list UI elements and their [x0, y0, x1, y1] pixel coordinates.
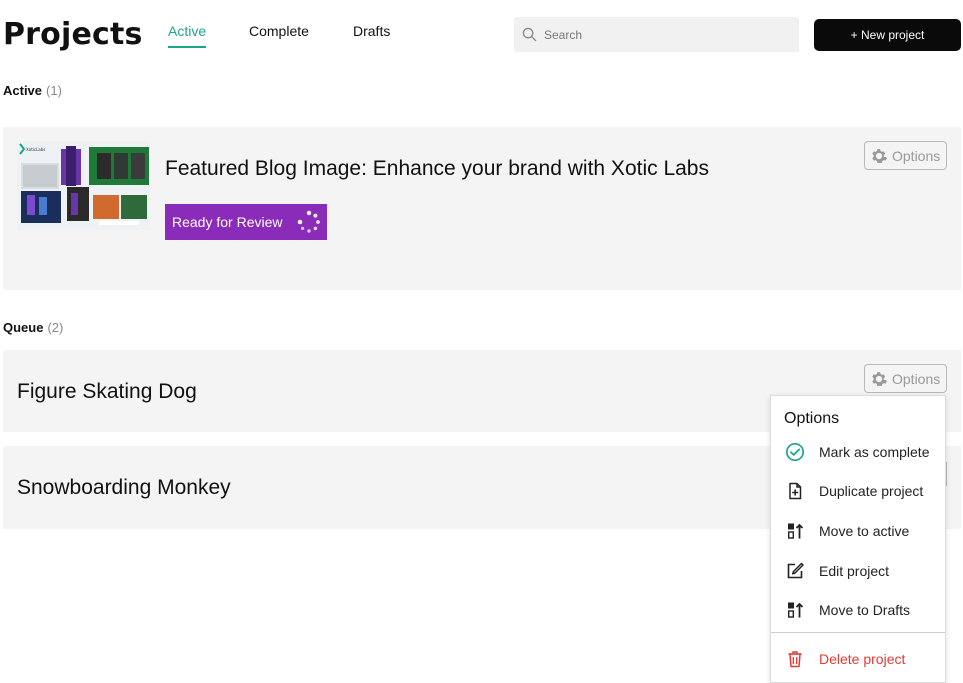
- project-thumbnail: XoticLabs: [17, 141, 150, 230]
- menu-item-label: Mark as complete: [819, 444, 930, 460]
- duplicate-icon: [784, 480, 806, 502]
- section-heading-active: Active (1): [3, 83, 62, 98]
- page-title: Projects: [3, 17, 143, 52]
- tab-complete[interactable]: Complete: [249, 23, 309, 39]
- project-title[interactable]: Figure Skating Dog: [17, 380, 197, 404]
- gear-icon: [872, 148, 888, 163]
- gear-icon: [872, 371, 888, 386]
- menu-item-label: Duplicate project: [819, 483, 924, 499]
- options-label: Options: [892, 370, 941, 387]
- tab-drafts[interactable]: Drafts: [353, 23, 390, 39]
- tab-active[interactable]: Active: [168, 23, 207, 48]
- section-count: (1): [46, 83, 62, 98]
- new-project-button[interactable]: + New project: [814, 19, 961, 51]
- search-icon: [522, 27, 537, 42]
- menu-item-label: Move to Drafts: [819, 602, 911, 618]
- menu-item-label: Edit project: [819, 563, 890, 579]
- menu-item-move-drafts[interactable]: Move to Drafts: [771, 594, 945, 626]
- move-up-icon: [784, 520, 806, 542]
- menu-item-duplicate[interactable]: Duplicate project: [771, 475, 945, 507]
- section-label: Queue: [3, 320, 44, 335]
- section-heading-queue: Queue (2): [3, 320, 63, 335]
- move-up-icon: [784, 599, 806, 621]
- section-count: (2): [47, 320, 64, 335]
- menu-item-label: Delete project: [819, 651, 906, 667]
- thumbnail-brand-text: XoticLabs: [26, 147, 45, 152]
- status-label: Ready for Review: [172, 214, 283, 230]
- menu-item-delete[interactable]: Delete project: [771, 643, 945, 675]
- loading-spinner-icon: [297, 210, 320, 233]
- status-badge: Ready for Review: [165, 204, 327, 240]
- section-label: Active: [3, 83, 43, 98]
- search-input[interactable]: [544, 27, 784, 42]
- project-card-featured[interactable]: XoticLabs Featured Blog Image: Enhance y: [3, 127, 961, 290]
- options-button[interactable]: Options: [864, 141, 947, 170]
- search-box[interactable]: [514, 17, 799, 52]
- project-title[interactable]: Snowboarding Monkey: [17, 476, 231, 500]
- dropdown-title: Options: [784, 410, 840, 427]
- menu-item-label: Move to active: [819, 523, 910, 539]
- options-dropdown: Options Mark as complete Duplicate proje…: [770, 395, 946, 683]
- project-title[interactable]: Featured Blog Image: Enhance your brand …: [165, 157, 709, 181]
- menu-item-move-active[interactable]: Move to active: [771, 515, 945, 547]
- projects-page: Projects Active Complete Drafts + New pr…: [0, 0, 963, 683]
- menu-item-mark-complete[interactable]: Mark as complete: [771, 436, 945, 468]
- edit-icon: [784, 560, 806, 582]
- menu-item-edit[interactable]: Edit project: [771, 555, 945, 587]
- options-button[interactable]: Options: [864, 364, 947, 393]
- check-circle-icon: [784, 441, 806, 463]
- menu-divider: [771, 632, 945, 633]
- options-label: Options: [892, 147, 941, 164]
- trash-icon: [784, 648, 806, 670]
